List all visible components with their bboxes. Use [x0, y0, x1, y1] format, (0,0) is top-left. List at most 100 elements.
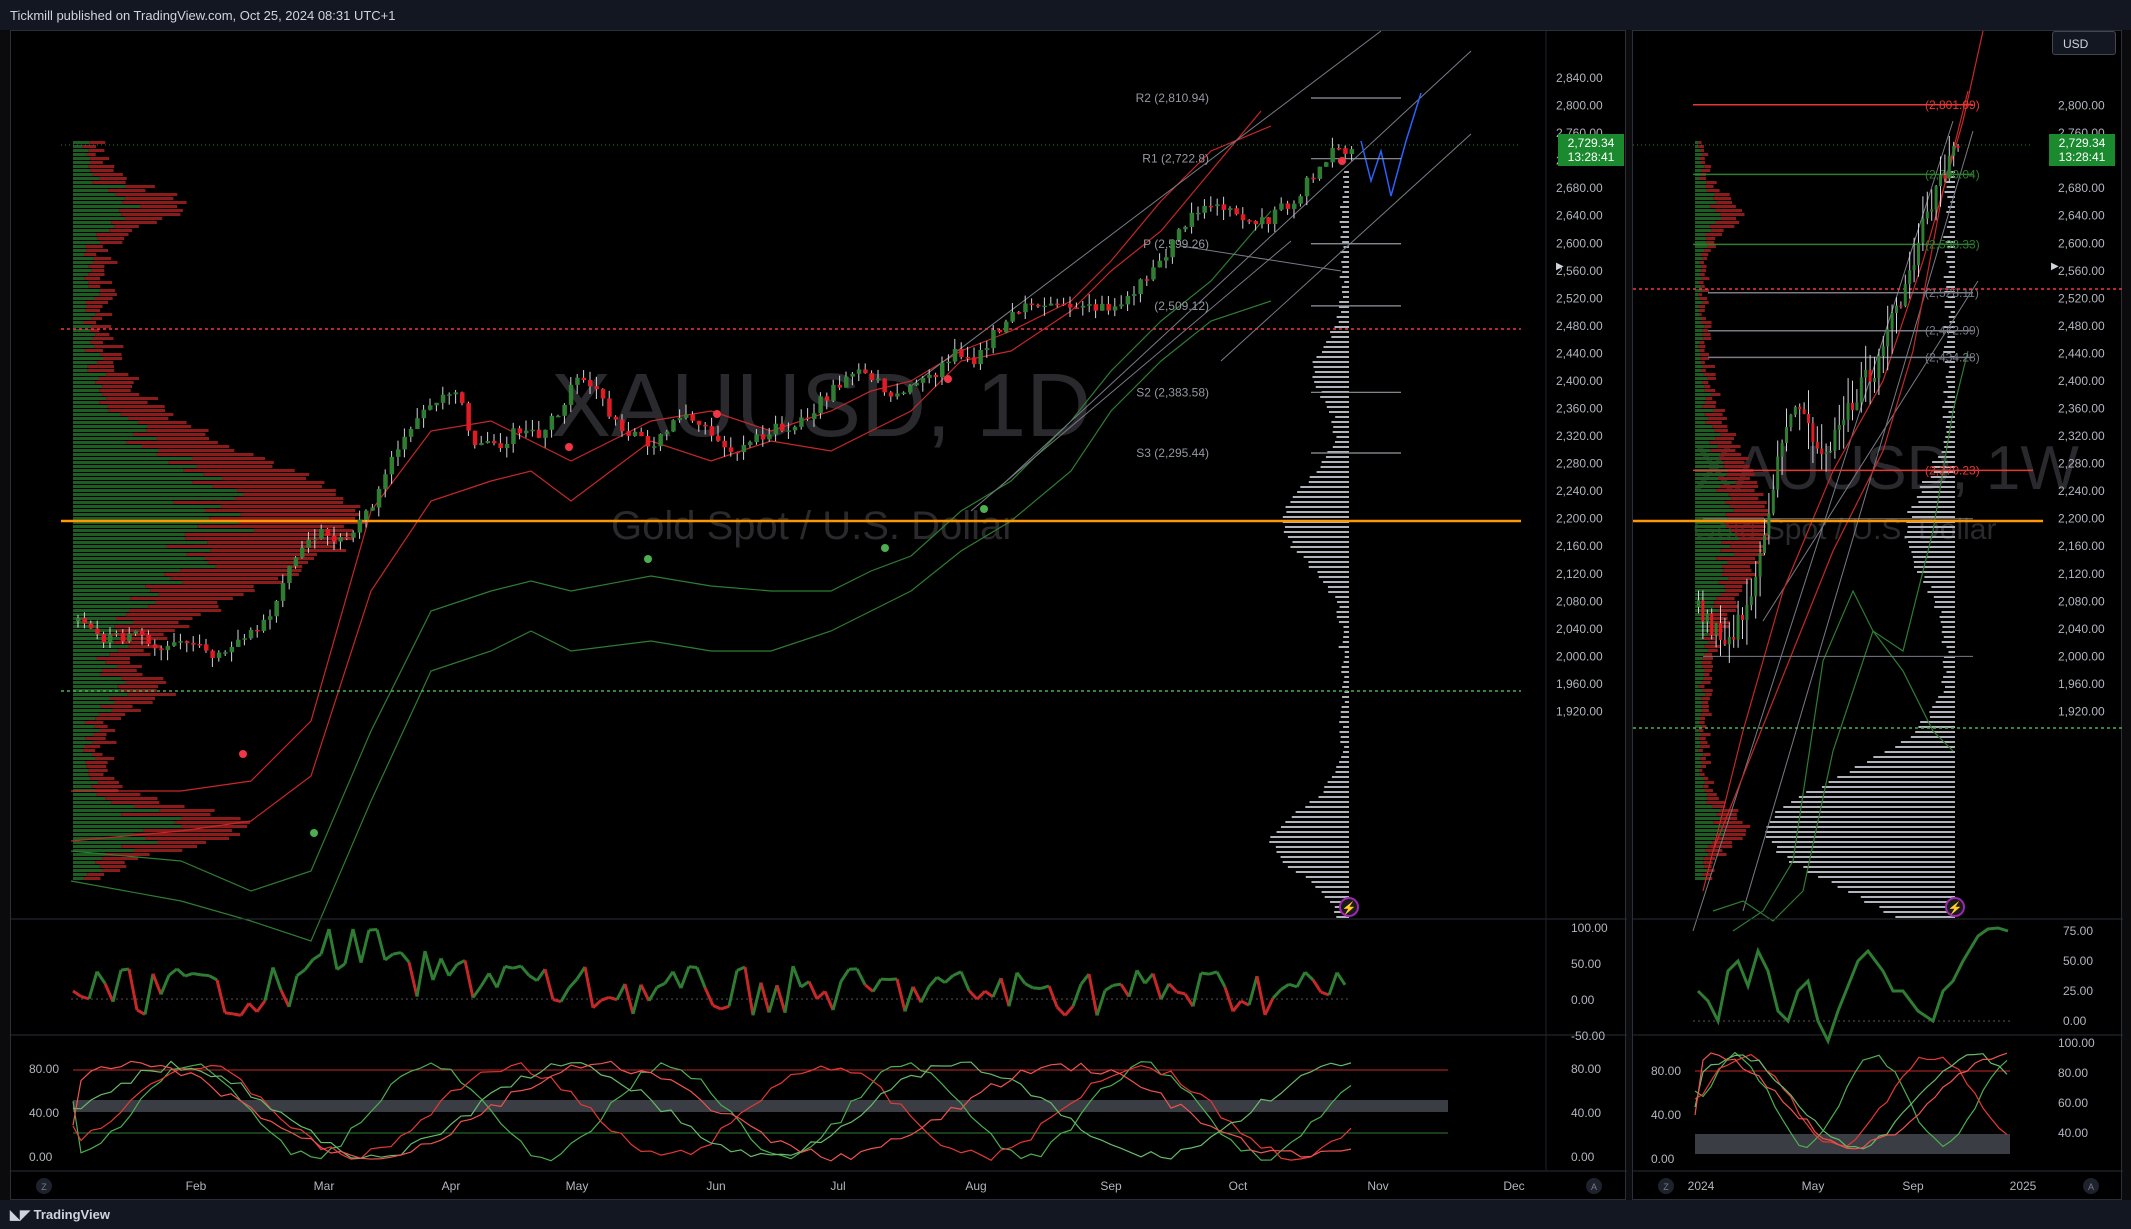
- candle-body: [927, 374, 932, 378]
- volume-bar-down: [168, 461, 274, 464]
- volume-bar-down: [222, 477, 307, 480]
- volume-bar-down: [105, 661, 130, 664]
- rsi-line-segment: [743, 966, 755, 1016]
- candle-body: [479, 443, 484, 446]
- weekly-chart-panel[interactable]: XAUUSD, 1W Gold Spot / U.S. Dollar (2,80…: [1632, 30, 2123, 1201]
- zoom-z-icon[interactable]: Z: [1658, 1178, 1674, 1194]
- volume-bar-up: [1695, 549, 1721, 552]
- rsi-line-segment: [1231, 1000, 1243, 1013]
- volume-bar-down: [83, 877, 101, 880]
- volume-bar-down: [88, 281, 112, 284]
- auto-a-icon[interactable]: A: [2083, 1178, 2099, 1194]
- volume-bar-up: [73, 669, 103, 672]
- volume-bar-down: [97, 237, 125, 240]
- candle-body: [1745, 605, 1749, 620]
- volume-bar-up: [73, 437, 157, 440]
- auto-a-icon[interactable]: A: [1586, 1178, 1602, 1194]
- rsi-line-segment: [319, 928, 331, 955]
- rsi-line-segment: [447, 963, 459, 977]
- rsi-line-segment: [991, 977, 1003, 998]
- volume-bar-up: [1695, 693, 1706, 696]
- zoom-z-icon[interactable]: Z: [36, 1178, 52, 1194]
- price-axis-label: 2,320.00: [2058, 429, 2105, 443]
- weekly-chart[interactable]: XAUUSD, 1W Gold Spot / U.S. Dollar (2,80…: [1633, 30, 2123, 1201]
- candle-body: [901, 392, 907, 394]
- rsi-line: [1696, 926, 2009, 1045]
- volume-bar-down: [111, 709, 141, 712]
- volume-bar-down: [1704, 413, 1723, 416]
- volume-bar-up: [73, 453, 157, 456]
- rsi-line-segment: [959, 971, 971, 992]
- candle-body: [364, 510, 369, 520]
- volume-bar-up: [73, 513, 241, 516]
- rsi-line-segment: [255, 999, 267, 1013]
- volume-bar-down: [1725, 501, 1767, 504]
- rsi-line-segment: [1191, 972, 1203, 1007]
- currency-selector[interactable]: USD: [2052, 31, 2116, 55]
- volume-bar-down: [1718, 609, 1736, 612]
- time-axis[interactable]: 2024 May Sep 2025: [1688, 1179, 2037, 1193]
- candle-body: [863, 369, 868, 374]
- volume-bar-up: [1695, 685, 1699, 688]
- volume-bar: [1343, 751, 1349, 753]
- volume-bar-down: [1701, 697, 1710, 700]
- volume-bar-up: [1695, 713, 1702, 716]
- volume-bar-down: [99, 293, 117, 296]
- lightning-icon[interactable]: ⚡: [1945, 897, 1965, 917]
- tradingview-logo-icon[interactable]: ◣◤ TradingView: [10, 1207, 110, 1223]
- stochastic-pane[interactable]: 80.00 40.00 0.00 100.00 80.00 60.00 40.00: [1651, 1036, 2095, 1166]
- volume-bar-up: [1695, 717, 1701, 720]
- rsi-line-segment: [783, 965, 795, 1013]
- volume-bar: [1341, 286, 1349, 288]
- candle-body: [1789, 414, 1793, 428]
- volume-bar-down: [86, 305, 103, 308]
- candle-body: [696, 420, 702, 425]
- volume-bar: [1297, 491, 1349, 493]
- volume-bar: [1948, 316, 1955, 318]
- volume-bar: [1343, 681, 1349, 683]
- volume-bar-up: [1695, 809, 1721, 812]
- rsi-line-segment: [431, 957, 443, 981]
- rsi-pane[interactable]: 75.00 50.00 25.00 0.00: [1693, 924, 2093, 1045]
- volume-bar-down: [1709, 225, 1735, 228]
- lightning-icon[interactable]: ⚡: [1339, 897, 1359, 917]
- volume-bar-down: [1712, 425, 1728, 428]
- candle-body: [1189, 212, 1195, 227]
- stoch-axis-label-left: 40.00: [1651, 1108, 1681, 1122]
- candle-body: [728, 447, 734, 452]
- volume-bar: [1946, 281, 1955, 283]
- svg-text:⚡: ⚡: [1948, 901, 1963, 915]
- rsi-line-segment: [263, 966, 275, 1002]
- rsi-pane[interactable]: 100.00 50.00 0.00 -50.00: [71, 921, 1608, 1043]
- price-axis[interactable]: 2,800.002,760.002,720.002,680.002,640.00…: [2058, 99, 2105, 719]
- volume-bar: [1282, 861, 1349, 863]
- volume-bar-up: [1695, 561, 1728, 564]
- volume-bar: [1943, 441, 1955, 443]
- volume-bar-down: [237, 489, 336, 492]
- volume-bar: [1806, 871, 1955, 873]
- price-axis[interactable]: 2,840.002,800.002,760.002,720.002,680.00…: [1556, 71, 1603, 719]
- volume-bar-down: [99, 401, 148, 404]
- volume-bar-down: [96, 657, 130, 660]
- daily-chart-panel[interactable]: XAUUSD, 1D Gold Spot / U.S. Dollar R2 (2…: [10, 30, 1627, 1201]
- volume-bar-up: [1695, 357, 1701, 360]
- volume-bar-up: [73, 701, 115, 704]
- time-axis[interactable]: Feb Mar Apr May Jun Jul Aug Sep Oct Nov Dec: [186, 1179, 1525, 1193]
- volume-bar-down: [100, 353, 122, 356]
- volume-bar-down: [1722, 565, 1750, 568]
- candle-body: [888, 392, 894, 397]
- volume-bar-down: [1720, 433, 1736, 436]
- volume-bar: [1343, 636, 1349, 638]
- volume-bar-up: [73, 177, 100, 180]
- daily-chart[interactable]: XAUUSD, 1D Gold Spot / U.S. Dollar R2 (2…: [11, 30, 1627, 1201]
- volume-bar-down: [94, 725, 108, 728]
- volume-bar: [1884, 751, 1955, 753]
- rsi-line-segment: [392, 951, 402, 956]
- volume-bar-up: [73, 657, 97, 660]
- volume-bar-down: [1723, 829, 1747, 832]
- volume-bar-up: [1695, 365, 1703, 368]
- stochastic-pane[interactable]: 80.00 80.00 40.00 40.00 0.00 0.00: [29, 1060, 1601, 1164]
- candle-body: [114, 632, 119, 635]
- candle-body: [1741, 614, 1744, 620]
- volume-bar: [1945, 376, 1955, 378]
